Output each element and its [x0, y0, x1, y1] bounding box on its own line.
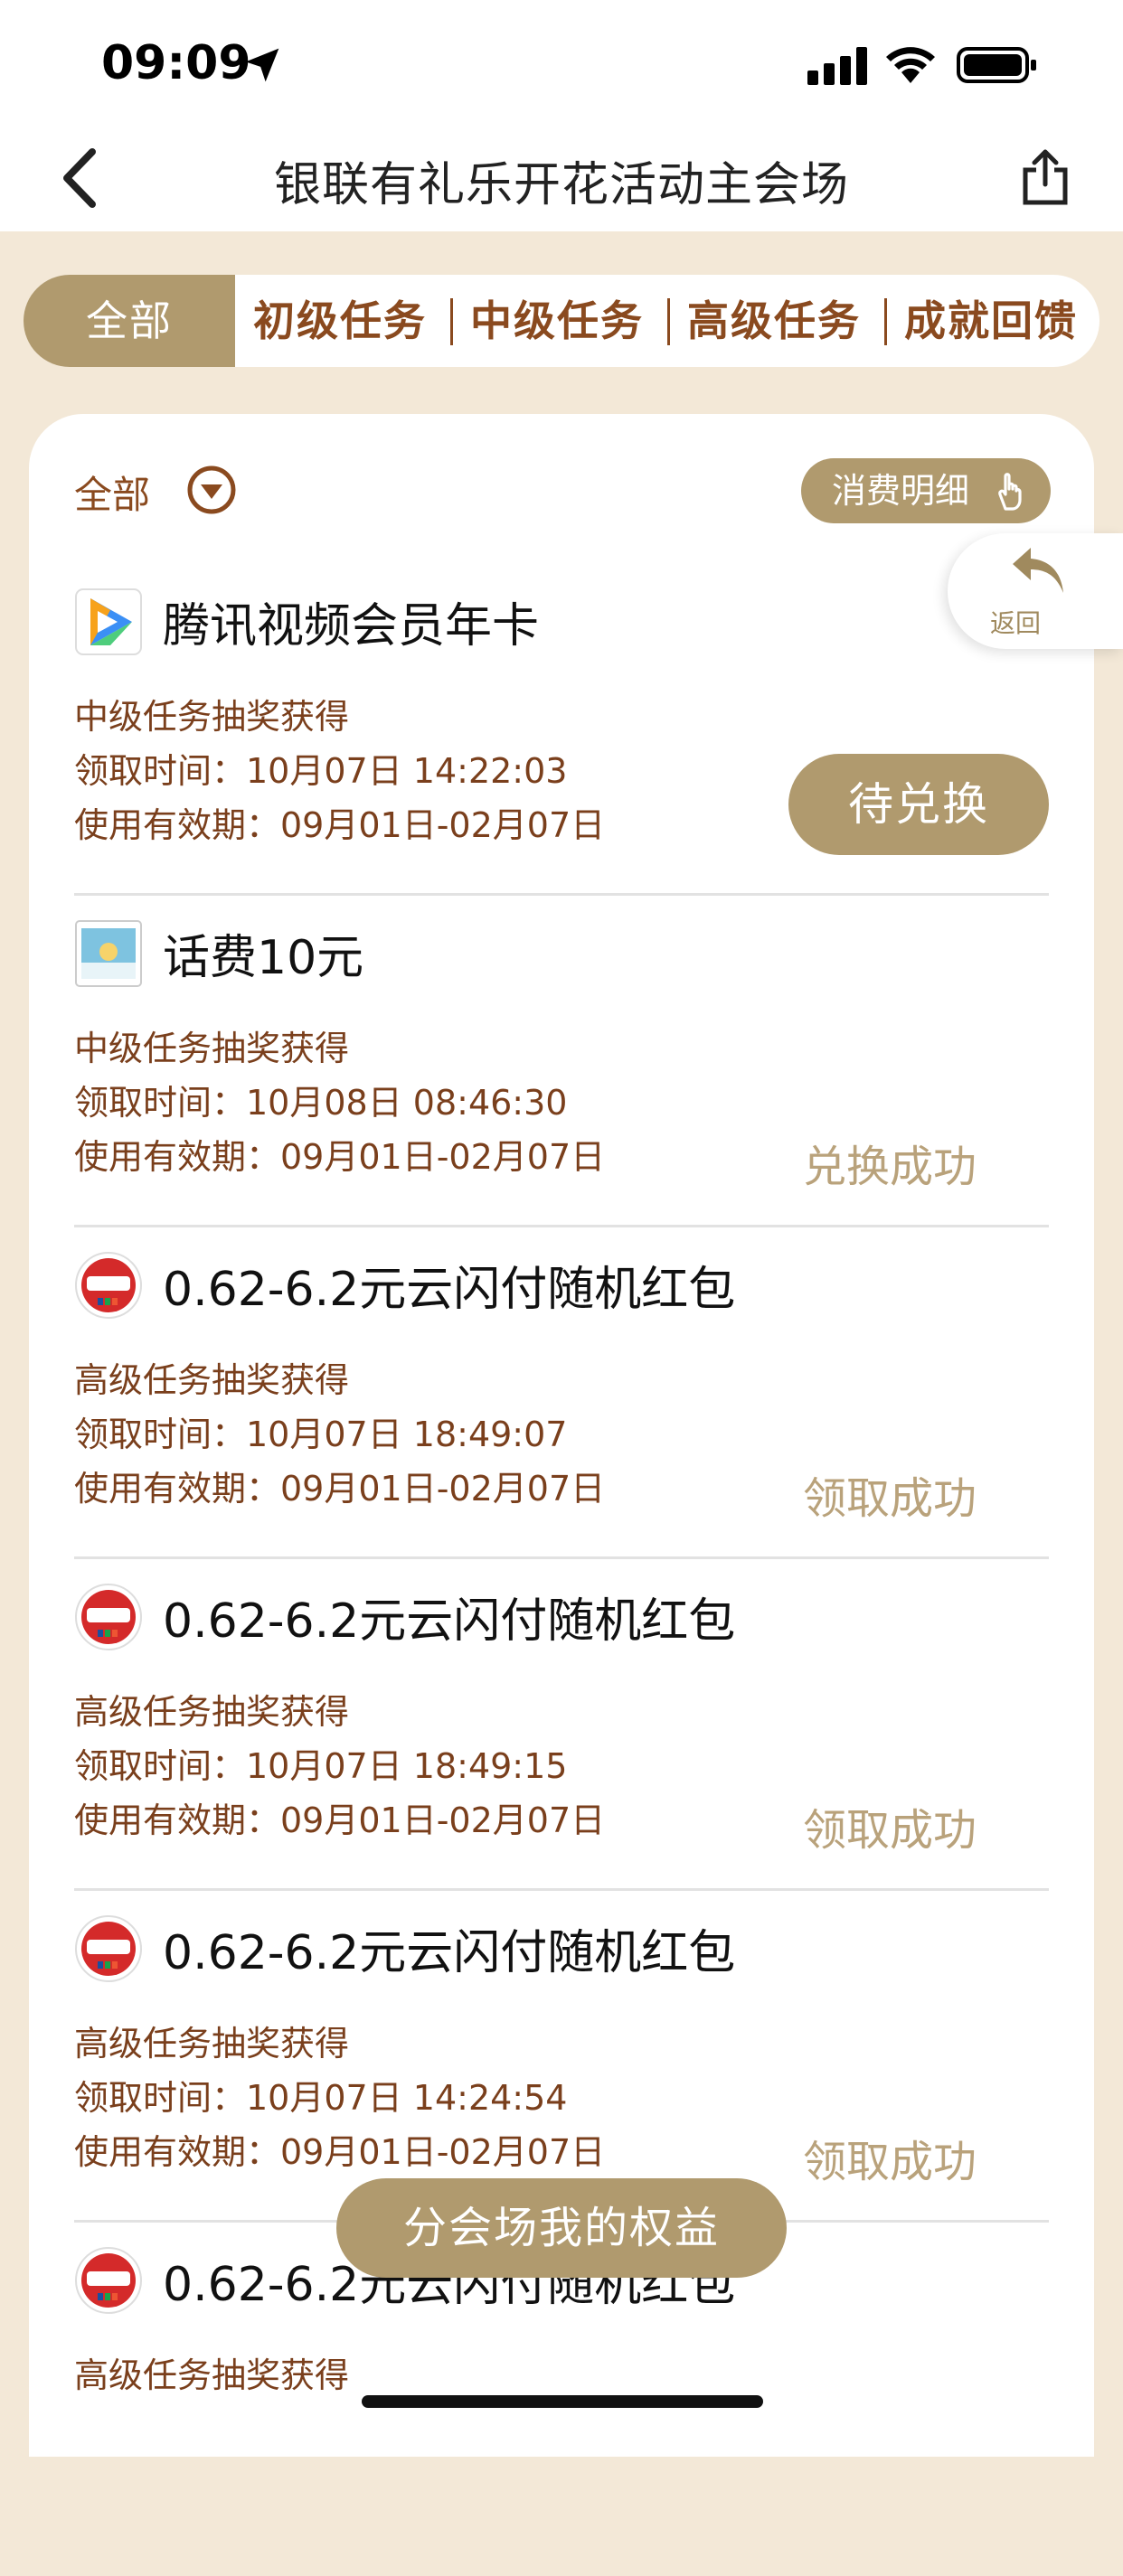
wifi-icon — [886, 47, 935, 83]
reward-item: 腾讯视频会员年卡 中级任务抽奖获得 领取时间：10月07日 14:22:03 使… — [74, 586, 1049, 917]
consumption-detail-button[interactable]: 消费明细 — [801, 458, 1051, 523]
reward-claim-time: 领取时间：10月07日 18:49:07 — [74, 1415, 568, 1454]
unionpay-logo-icon — [75, 2247, 142, 2314]
dropdown-arrow-icon[interactable] — [186, 465, 237, 515]
tab-divider — [450, 298, 453, 345]
reward-status: 领取成功 — [803, 2137, 977, 2187]
reward-status: 兑换成功 — [803, 1142, 977, 1192]
reward-source: 高级任务抽奖获得 — [74, 2355, 350, 2395]
reward-source: 中级任务抽奖获得 — [74, 1029, 350, 1068]
reward-validity: 使用有效期：09月01日-02月07日 — [74, 805, 606, 845]
reward-item: 话费10元 中级任务抽奖获得 领取时间：10月08日 08:46:30 使用有效… — [74, 917, 1049, 1249]
share-icon[interactable] — [1020, 148, 1071, 206]
filter-dropdown-label[interactable]: 全部 — [74, 465, 150, 520]
reward-claim-time: 领取时间：10月07日 14:22:03 — [74, 751, 568, 791]
reward-validity: 使用有效期：09月01日-02月07日 — [74, 2132, 606, 2172]
tab-all[interactable]: 全部 — [24, 275, 235, 367]
reward-claim-time: 领取时间：10月08日 08:46:30 — [74, 1083, 568, 1123]
reward-status: 领取成功 — [803, 1805, 977, 1856]
item-divider — [74, 1556, 1049, 1559]
tab-divider — [667, 298, 670, 345]
reward-validity: 使用有效期：09月01日-02月07日 — [74, 1469, 606, 1509]
nav-bar: 银联有礼乐开花活动主会场 — [0, 127, 1123, 231]
reward-item: 0.62-6.2元云闪付随机红包 高级任务抽奖获得 领取时间：10月07日 18… — [74, 1249, 1049, 1581]
pending-redeem-button[interactable]: 待兑换 — [788, 754, 1049, 855]
unionpay-logo-icon — [75, 1584, 142, 1650]
phone-credit-card-icon — [75, 920, 142, 987]
unionpay-logo-icon — [75, 1252, 142, 1319]
reward-item: 0.62-6.2元云闪付随机红包 高级任务抽奖获得 领取时间：10月07日 18… — [74, 1581, 1049, 1913]
reward-source: 中级任务抽奖获得 — [74, 697, 350, 737]
consumption-detail-label: 消费明细 — [832, 471, 970, 511]
battery-icon — [957, 47, 1036, 83]
sub-venue-benefits-button[interactable]: 分会场我的权益 — [336, 2178, 787, 2278]
reward-title: 腾讯视频会员年卡 — [163, 599, 540, 653]
item-divider — [74, 893, 1049, 896]
task-tabs: 全部 初级任务 中级任务 高级任务 成就回馈 — [24, 275, 1099, 367]
reward-title: 0.62-6.2元云闪付随机红包 — [163, 1594, 736, 1649]
status-time: 09:09 — [101, 36, 251, 90]
cellular-signal-icon — [807, 47, 867, 85]
reward-title: 0.62-6.2元云闪付随机红包 — [163, 1926, 736, 1980]
reward-claim-time: 领取时间：10月07日 14:24:54 — [74, 2078, 568, 2118]
reward-title: 0.62-6.2元云闪付随机红包 — [163, 1263, 736, 1317]
item-divider — [74, 1225, 1049, 1227]
item-divider — [74, 1888, 1049, 1891]
home-indicator — [362, 2395, 763, 2408]
reward-source: 高级任务抽奖获得 — [74, 1692, 350, 1732]
location-arrow-icon — [245, 48, 279, 82]
tab-intermediate-tasks[interactable]: 中级任务 — [470, 275, 644, 367]
tab-divider — [884, 298, 887, 345]
tab-beginner-tasks[interactable]: 初级任务 — [253, 275, 427, 367]
reward-claim-time: 领取时间：10月07日 18:49:15 — [74, 1746, 568, 1786]
unionpay-logo-icon — [75, 1915, 142, 1982]
reward-validity: 使用有效期：09月01日-02月07日 — [74, 1800, 606, 1840]
tab-achievement-rewards[interactable]: 成就回馈 — [904, 275, 1078, 367]
page-title: 银联有礼乐开花活动主会场 — [273, 158, 849, 212]
reward-status: 领取成功 — [803, 1473, 977, 1524]
tencent-video-logo-icon — [75, 588, 142, 655]
reward-item: 0.62-6.2元云闪付随机红包 高级任务抽奖获得 — [74, 2244, 1049, 2576]
reward-validity: 使用有效期：09月01日-02月07日 — [74, 1137, 606, 1177]
tap-hand-icon — [998, 473, 1022, 511]
reward-source: 高级任务抽奖获得 — [74, 2024, 350, 2064]
status-bar: 09:09 — [0, 0, 1123, 127]
reward-title: 话费10元 — [163, 931, 364, 985]
reward-source: 高级任务抽奖获得 — [74, 1360, 350, 1400]
tab-advanced-tasks[interactable]: 高级任务 — [687, 275, 861, 367]
